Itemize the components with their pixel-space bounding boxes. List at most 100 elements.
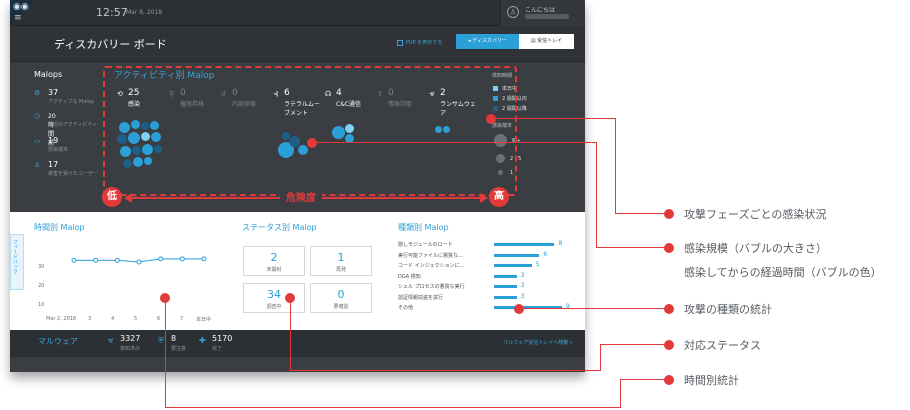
plus-icon: ✚ [199,336,206,345]
user-icon: ♙ [34,161,41,169]
risk-low-badge: 低 [102,187,122,207]
pup-checkbox[interactable] [397,40,403,46]
leader-line [165,302,166,408]
malops-title: Malops [34,70,63,79]
timeline-point[interactable] [158,256,164,262]
type-row[interactable]: コード インジェクションに... 5 [398,261,578,270]
type-label: その他 [398,305,414,311]
hamburger-icon[interactable]: ≡ [14,13,22,23]
malware-title: マルウェア [38,337,78,346]
callout-dot [664,375,674,385]
user-name-redacted [525,14,569,19]
malware-label: 要注意 [171,346,187,352]
status-label: 未開封 [266,267,282,273]
shield-icon: ⛨ [158,336,164,345]
timeline-point[interactable] [179,256,185,262]
feedback-tab[interactable]: フィードバック [10,234,24,290]
user-greeting: こんにちは [525,7,556,14]
status-value: 0 [337,288,345,301]
types-title: 種類別 Malop [398,223,449,232]
date: Mar 8, 2018 [126,9,163,16]
callout-bubble-color: 感染してからの経過時間（バブルの色） [684,266,882,279]
risk-label: 危険度 [280,189,322,204]
x-label: 5 [134,316,138,322]
type-row[interactable]: DGA 検知 3 [398,271,578,281]
type-value: 3 [520,271,525,279]
marker-bubbles [307,138,317,148]
discovery-button-label: ディスカバリー [472,38,507,44]
timeline-point[interactable] [71,257,77,263]
leader-line [596,142,597,247]
malware-bar: マルウェア ☣ 3327 検知済み ⛨ 8 要注意 ✚ 5170 完了 マルウェ… [10,330,585,357]
status-value: 34 [267,288,281,301]
status-label: 調査中 [266,304,282,310]
timeline-point[interactable] [114,257,120,263]
type-label: 認証情報窃盗を試行 [398,294,444,301]
arrow-left-icon [124,193,132,203]
leader-line [290,370,600,371]
x-label: 6 [157,316,161,322]
type-row[interactable]: シェル プロセスの悪質な実行 3 [398,282,578,291]
user-icon: ♙ [507,6,519,18]
cybereason-owl-icon[interactable]: ◉◉ [13,2,29,12]
status-label: 再発 [335,267,346,273]
type-bar [494,285,517,288]
x-label: 4 [111,316,115,322]
status-label: 要確認 [333,304,349,310]
type-row[interactable]: 認証情報窃盗を試行 3 [398,292,578,302]
dashboard-screen: ◉◉ ≡ 12:57 Mar 8, 2018 ♙ こんにちは ディスカバリー ボ… [10,0,585,372]
type-label: シェル プロセスの悪質な実行 [398,284,465,290]
risk-high-badge: 高 [489,187,509,207]
type-row[interactable]: 実行可能ファイルに悪質な... 6 [398,250,578,260]
page-title: ディスカバリー ボード [54,38,167,51]
type-label: コード インジェクションに... [398,263,465,269]
callout-bubble-size: 感染規模（バブルの大きさ） [684,242,827,255]
leader-line [165,407,620,408]
arrow-right-icon [480,193,488,203]
type-bar [494,243,555,246]
feedback-label: フィードバック [12,239,18,274]
x-label: 3 [88,316,92,322]
type-bar [494,295,517,299]
annotated-screenshot: ◉◉ ≡ 12:57 Mar 8, 2018 ♙ こんにちは ディスカバリー ボ… [0,0,910,410]
status-reopened[interactable]: 1 再発 [310,246,372,276]
callout-dot [664,340,674,350]
gear-icon: ⚙ [34,89,41,97]
timeline-chart: 30 20 10 Mar 2, 2018 3 4 5 6 7 本日中 [32,238,232,326]
type-label: DGA 検知 [398,273,421,280]
stat-label: 最近のアクティビティ [48,122,98,128]
lower-panel: フィードバック 時間別 Malop 30 20 10 Mar 2, 2018 3… [10,212,585,330]
leader-line [523,308,666,309]
leader-line [600,344,601,371]
type-row[interactable]: 隠しモジュールのロード 8 [398,240,578,249]
callout-types: 攻撃の種類の統計 [684,303,772,316]
monitor-icon: ▭ [34,137,41,145]
top-bar: ◉◉ ≡ 12:57 Mar 8, 2018 ♙ こんにちは [10,0,585,26]
x-label: Mar 2, 2018 [46,316,77,322]
type-bar [494,264,532,267]
stat-value: 19 [48,136,59,145]
type-value: 3 [520,292,525,300]
pup-label: PUP を表示する [406,40,443,46]
malware-value: 3327 [120,334,141,343]
timeline-point[interactable] [93,257,99,263]
marker-phases [486,114,496,124]
type-value: 6 [543,250,548,258]
timeline-point[interactable] [136,259,142,265]
malware-label: 検知済み [120,346,141,352]
type-value: 3 [520,282,525,289]
malware-inbox-link[interactable]: マルウェア受信トレイへ移動 » [503,339,573,346]
timeline-title: 時間別 Malop [34,223,85,232]
discovery-button[interactable]: ◂ ディスカバリー [456,34,519,49]
inbox-button[interactable]: ▤ 受信トレイ [519,34,574,49]
status-investigating[interactable]: 34 調査中 [243,283,305,313]
status-unopened[interactable]: 2 未開封 [243,246,305,276]
clock: 12:57 [96,6,128,19]
timeline-point[interactable] [201,256,207,262]
biohazard-icon: ☣ [107,336,115,345]
clock-icon: ◷ [34,112,41,120]
user-menu[interactable]: ♙ こんにちは [500,0,585,26]
status-needs-review[interactable]: 0 要確認 [310,283,372,313]
leader-line [615,118,616,214]
callout-status: 対応ステータス [684,339,761,352]
